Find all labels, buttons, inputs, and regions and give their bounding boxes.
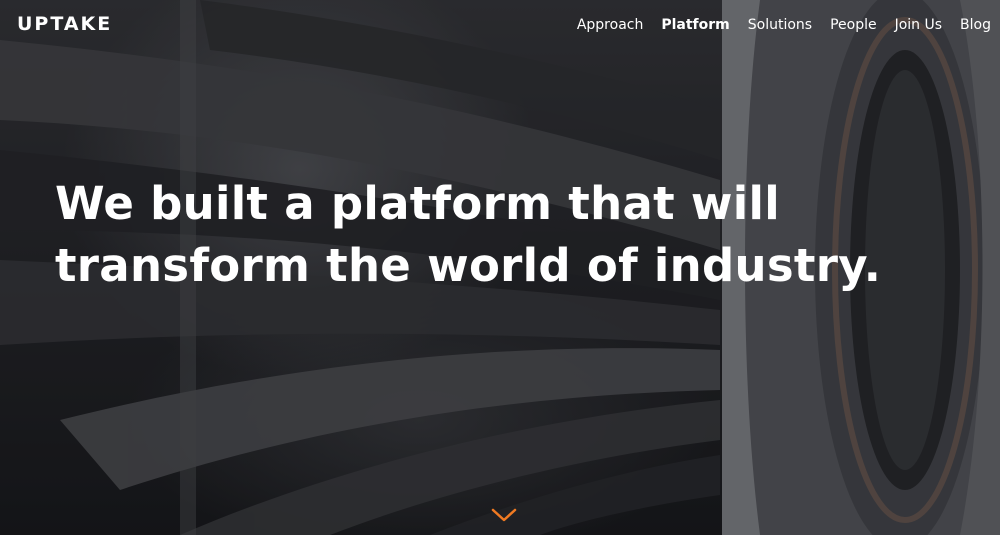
nav-item-people[interactable]: People — [830, 17, 877, 33]
nav-item-approach[interactable]: Approach — [577, 17, 644, 33]
hero-headline: We built a platform that will transform … — [55, 173, 882, 297]
scroll-down-button[interactable] — [491, 506, 517, 524]
hero-headline-line-2: transform the world of industry. — [55, 239, 882, 292]
hero-headline-line-1: We built a platform that will — [55, 177, 780, 230]
nav-item-platform[interactable]: Platform — [661, 17, 729, 33]
main-navigation: Approach Platform Solutions People Join … — [577, 17, 991, 33]
uptake-logo[interactable]: UPTAKE — [17, 13, 112, 35]
nav-item-blog[interactable]: Blog — [960, 17, 991, 33]
nav-item-join-us[interactable]: Join Us — [895, 17, 942, 33]
nav-item-solutions[interactable]: Solutions — [748, 17, 812, 33]
chevron-down-icon — [491, 508, 517, 522]
